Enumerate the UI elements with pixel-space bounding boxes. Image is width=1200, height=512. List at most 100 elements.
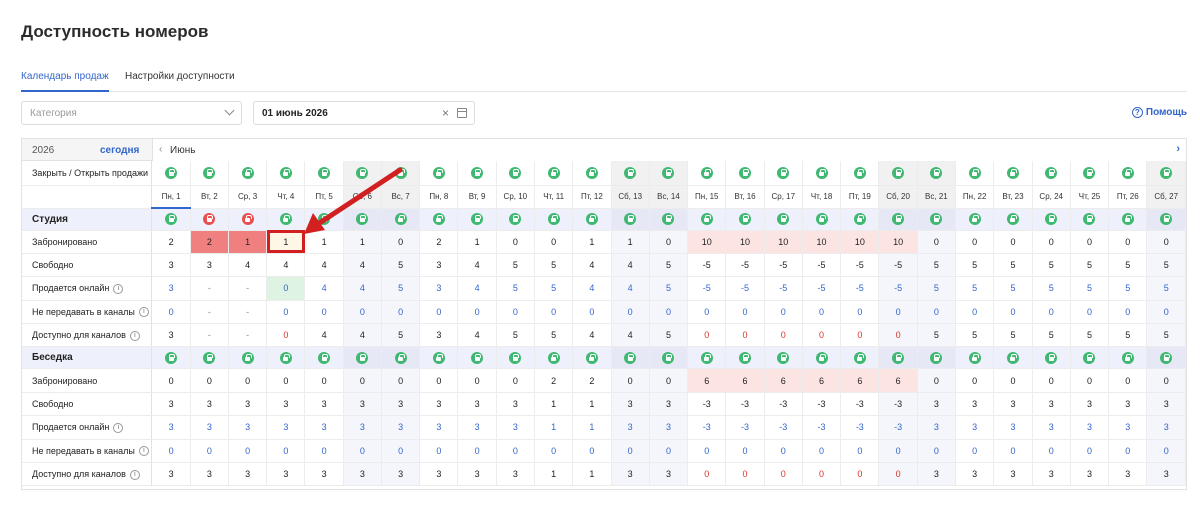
value-cell[interactable]: 3 [1108,392,1148,417]
value-cell[interactable]: -5 [764,276,803,301]
room-lock-cell[interactable] [1032,208,1071,231]
value-cell[interactable]: 5 [534,253,574,278]
room-lock-cell[interactable] [190,346,229,370]
room-lock-cell[interactable] [266,208,306,231]
lock-open-icon[interactable] [777,166,790,179]
value-cell[interactable]: 5 [1108,253,1148,278]
value-cell[interactable]: 1 [534,462,574,487]
day-lock-cell[interactable] [764,161,803,186]
value-cell[interactable]: 0 [687,462,727,487]
value-cell[interactable]: 0 [1032,368,1071,393]
value-cell[interactable]: 3 [917,462,957,487]
value-cell[interactable]: 0 [381,230,421,254]
room-lock-cell[interactable] [457,208,497,231]
value-cell[interactable]: 0 [496,300,535,325]
value-cell[interactable]: 0 [266,323,306,348]
lock-open-icon[interactable] [1121,166,1134,179]
lock-open-icon[interactable] [968,166,981,179]
value-cell[interactable]: 3 [381,462,421,487]
value-cell[interactable]: 0 [725,323,765,348]
lock-open-icon[interactable] [777,351,790,364]
room-lock-cell[interactable] [917,208,957,231]
value-cell[interactable]: 0 [534,300,574,325]
lock-open-icon[interactable] [968,351,981,364]
value-cell[interactable]: 0 [1146,368,1186,393]
value-cell[interactable]: 6 [802,368,842,393]
lock-open-icon[interactable] [394,351,407,364]
value-cell[interactable]: 0 [266,368,306,393]
value-cell[interactable]: 0 [1146,439,1186,464]
room-lock-cell[interactable] [457,346,497,370]
value-cell[interactable]: 0 [725,300,765,325]
value-cell[interactable]: 3 [955,392,995,417]
value-cell[interactable]: 0 [802,300,842,325]
value-cell[interactable]: 10 [725,230,765,254]
day-lock-cell[interactable] [955,161,995,186]
room-lock-cell[interactable] [419,346,459,370]
value-cell[interactable]: 3 [457,415,497,440]
value-cell[interactable]: 5 [1032,276,1071,301]
room-lock-cell[interactable] [1146,208,1186,231]
value-cell[interactable]: 3 [1070,462,1110,487]
value-cell[interactable]: 0 [611,439,650,464]
value-cell[interactable]: 0 [1032,300,1071,325]
value-cell[interactable]: 3 [304,392,344,417]
value-cell[interactable]: 0 [266,439,306,464]
room-lock-cell[interactable] [572,346,612,370]
value-cell[interactable]: 0 [496,368,535,393]
lock-open-icon[interactable] [509,213,522,225]
value-cell[interactable]: 0 [878,323,918,348]
lock-open-icon[interactable] [662,351,675,364]
day-lock-cell[interactable] [611,161,650,186]
value-cell[interactable]: 5 [1146,323,1186,348]
day-lock-cell[interactable] [572,161,612,186]
value-cell[interactable]: 0 [955,368,995,393]
room-lock-cell[interactable] [381,208,421,231]
value-cell[interactable]: 5 [649,323,689,348]
day-lock-cell[interactable] [687,161,727,186]
room-lock-cell[interactable] [840,346,880,370]
value-cell[interactable]: 4 [304,253,344,278]
date-picker[interactable]: 01 июнь 2026 × [253,101,475,125]
value-cell[interactable]: 1 [343,230,382,254]
room-lock-cell[interactable] [343,208,382,231]
room-lock-cell[interactable] [649,208,689,231]
value-cell[interactable]: 0 [1108,230,1148,254]
value-cell[interactable]: -3 [802,392,842,417]
value-cell[interactable]: 5 [381,276,421,301]
value-cell[interactable]: 0 [534,230,574,254]
lock-open-icon[interactable] [585,213,598,225]
lock-open-icon[interactable] [815,213,828,225]
value-cell[interactable]: 5 [993,276,1033,301]
room-lock-cell[interactable] [993,208,1033,231]
day-lock-cell[interactable] [917,161,957,186]
value-cell[interactable]: 5 [534,276,574,301]
value-cell[interactable]: 0 [304,300,344,325]
value-cell[interactable]: 0 [764,300,803,325]
value-cell[interactable]: 2 [419,230,459,254]
lock-open-icon[interactable] [356,351,369,364]
value-cell[interactable]: 3 [917,392,957,417]
value-cell[interactable]: 0 [687,439,727,464]
value-cell[interactable]: - [190,276,229,301]
value-cell[interactable]: 3 [496,462,535,487]
value-cell[interactable]: 0 [955,230,995,254]
value-cell[interactable]: 1 [304,230,344,254]
value-cell[interactable]: 0 [419,300,459,325]
room-lock-cell[interactable] [534,208,574,231]
room-lock-cell[interactable] [190,208,229,231]
clear-icon[interactable]: × [442,106,449,120]
value-cell[interactable]: 3 [1032,392,1071,417]
value-cell[interactable]: 0 [878,462,918,487]
value-cell[interactable]: 3 [649,462,689,487]
value-cell[interactable]: 0 [649,439,689,464]
value-cell[interactable]: 3 [419,323,459,348]
value-cell[interactable]: 4 [611,323,650,348]
lock-open-icon[interactable] [394,166,407,179]
value-cell[interactable]: 10 [840,230,880,254]
value-cell[interactable]: 3 [457,462,497,487]
value-cell[interactable]: -3 [878,415,918,440]
value-cell[interactable]: 3 [1032,415,1071,440]
category-select[interactable]: Категория [21,101,242,125]
value-cell[interactable]: 0 [1108,439,1148,464]
